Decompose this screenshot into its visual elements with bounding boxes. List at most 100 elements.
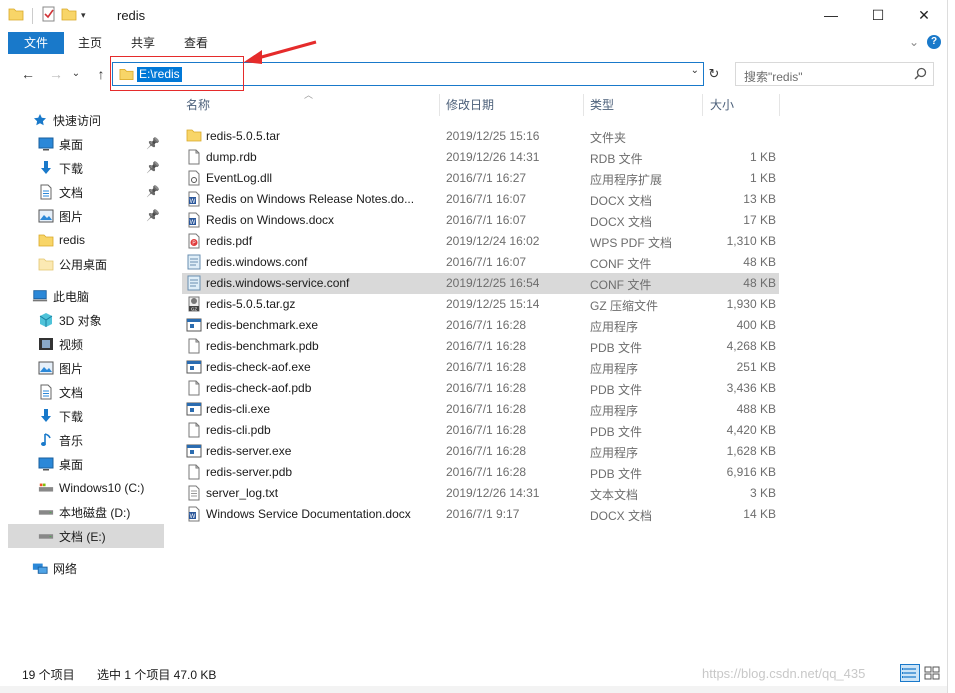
large-icons-view-button[interactable] [922, 664, 942, 682]
file-size: 48 KB [743, 276, 776, 290]
expand-ribbon-icon[interactable]: ⌄ [909, 35, 919, 49]
file-name: redis-benchmark.pdb [206, 339, 319, 353]
tab-share[interactable]: 共享 [131, 32, 155, 54]
file-row[interactable]: W Redis on Windows Release Notes.do... 201… [182, 189, 779, 210]
sidebar-item[interactable]: 下载 📌 [8, 156, 164, 180]
details-view-button[interactable] [900, 664, 920, 682]
file-row[interactable]: redis-check-aof.pdb 2016/7/1 16:28 PDB 文件 3… [182, 378, 779, 399]
close-button[interactable]: ✕ [901, 0, 947, 30]
properties-icon[interactable] [41, 6, 57, 25]
search-input[interactable]: 搜索"redis" [744, 68, 803, 85]
file-row[interactable]: GZ redis-5.0.5.tar.gz 2019/12/25 15:14 GZ 压… [182, 294, 779, 315]
column-divider[interactable] [702, 94, 703, 116]
file-row[interactable]: redis.windows.conf 2016/7/1 16:07 CONF 文件 4… [182, 252, 779, 273]
file-row[interactable]: EventLog.dll 2016/7/1 16:27 应用程序扩展 1 KB [182, 168, 779, 189]
file-row[interactable]: redis.windows-service.conf 2019/12/25 16:… [182, 273, 779, 294]
search-box[interactable]: 搜索"redis" [735, 62, 934, 86]
ribbon-controls: ⌄ ? [909, 35, 941, 49]
file-name: dump.rdb [206, 150, 257, 164]
column-header-name[interactable]: 名称 [186, 92, 210, 118]
file-name: redis-5.0.5.tar [206, 129, 281, 143]
minimize-button[interactable]: — [808, 0, 854, 30]
tab-home[interactable]: 主页 [78, 32, 102, 54]
file-date: 2016/7/1 16:28 [446, 423, 527, 437]
sidebar-item-label: 文档 [59, 185, 84, 200]
column-header-type[interactable]: 类型 [590, 92, 614, 118]
sidebar-item[interactable]: 此电脑 [8, 284, 164, 308]
tab-view[interactable]: 查看 [184, 32, 208, 54]
sidebar-item[interactable]: 文档 (E:) [8, 524, 164, 548]
file-row[interactable]: redis-benchmark.exe 2016/7/1 16:28 应用程序 400… [182, 315, 779, 336]
recent-locations-button[interactable]: ⌄ [70, 64, 82, 84]
tab-file[interactable]: 文件 [8, 32, 64, 54]
column-header-size[interactable]: 大小 [710, 92, 734, 118]
file-type: PDB 文件 [590, 425, 643, 439]
column-divider[interactable] [583, 94, 584, 116]
sidebar-item[interactable]: 图片 📌 [8, 204, 164, 228]
sidebar-item-label: 3D 对象 [59, 313, 102, 328]
sidebar-item-label: 此电脑 [53, 289, 90, 304]
sidebar-item[interactable]: 桌面 📌 [8, 132, 164, 156]
music-icon [38, 432, 54, 448]
file-row[interactable]: redis-server.pdb 2016/7/1 16:28 PDB 文件 6,91… [182, 462, 779, 483]
search-icon[interactable] [914, 67, 927, 83]
sidebar-item[interactable]: 桌面 [8, 452, 164, 476]
sidebar-item[interactable]: 音乐 [8, 428, 164, 452]
sidebar-item[interactable]: 公用桌面 [8, 252, 164, 276]
file-name: redis-benchmark.exe [206, 318, 319, 332]
sidebar-item[interactable]: 文档 📌 [8, 180, 164, 204]
column-divider[interactable] [779, 94, 780, 116]
file-date: 2016/7/1 16:28 [446, 339, 527, 353]
sidebar-item-label: 文档 [59, 385, 84, 400]
sidebar-item[interactable]: 本地磁盘 (D:) [8, 500, 164, 524]
file-row[interactable]: W Windows Service Documentation.docx 2016/… [182, 504, 779, 525]
help-icon[interactable]: ? [927, 35, 941, 49]
pin-icon[interactable]: 📌 [146, 209, 160, 222]
file-row[interactable]: redis-server.exe 2016/7/1 16:28 应用程序 1,628 … [182, 441, 779, 462]
watermark: https://blog.csdn.net/qq_435 [702, 666, 866, 681]
pin-icon[interactable]: 📌 [146, 137, 160, 150]
sidebar-item-label: 快速访问 [53, 113, 102, 128]
file-row[interactable]: Predis.pdf 2019/12/24 16:02 WPS PDF 文档 1,31… [182, 231, 779, 252]
back-button[interactable]: ← [18, 64, 38, 84]
forward-button[interactable]: → [46, 64, 66, 84]
up-button[interactable]: ↑ [91, 64, 111, 84]
file-name: EventLog.dll [206, 171, 273, 185]
address-dropdown-icon[interactable]: ⌄ [691, 65, 699, 76]
file-type: 应用程序 [590, 446, 639, 460]
desktop-icon [38, 456, 54, 472]
sidebar-item-label: Windows10 (C:) [59, 481, 145, 495]
word-icon: W [186, 191, 202, 207]
sidebar-item[interactable]: 网络 [8, 556, 164, 580]
pin-icon[interactable]: 📌 [146, 185, 160, 198]
file-row[interactable]: server_log.txt 2019/12/26 14:31 文本文档 3 KB [182, 483, 779, 504]
sidebar-item[interactable]: 3D 对象 [8, 308, 164, 332]
sidebar-item[interactable]: 下载 [8, 404, 164, 428]
sidebar-item[interactable]: Windows10 (C:) [8, 476, 164, 500]
file-row[interactable]: redis-5.0.5.tar 2019/12/25 15:16 文件夹 [182, 126, 779, 147]
sidebar-item[interactable]: 视频 [8, 332, 164, 356]
refresh-button[interactable]: ↻ [704, 62, 724, 86]
file-row[interactable]: redis-cli.pdb 2016/7/1 16:28 PDB 文件 4,420 K… [182, 420, 779, 441]
file-row[interactable]: redis-benchmark.pdb 2016/7/1 16:28 PDB 文件 4… [182, 336, 779, 357]
file-row[interactable]: redis-check-aof.exe 2016/7/1 16:28 应用程序 251… [182, 357, 779, 378]
sidebar-item-label: 文档 (E:) [59, 529, 106, 544]
file-row[interactable]: W Redis on Windows.docx 2016/7/1 16:07 DOCX… [182, 210, 779, 231]
customize-toolbar-icon[interactable]: ▾ [81, 10, 86, 21]
sidebar-item[interactable]: redis [8, 228, 164, 252]
maximize-button[interactable]: ☐ [855, 0, 901, 30]
background-window-edge [947, 0, 955, 693]
file-row[interactable]: dump.rdb 2019/12/26 14:31 RDB 文件 1 KB [182, 147, 779, 168]
pin-icon[interactable]: 📌 [146, 161, 160, 174]
file-row[interactable]: redis-cli.exe 2016/7/1 16:28 应用程序 488 KB [182, 399, 779, 420]
new-folder-icon[interactable] [61, 7, 77, 24]
file-date: 2016/7/1 16:07 [446, 255, 527, 269]
column-header-date[interactable]: 修改日期 [446, 92, 494, 118]
file-name: server_log.txt [206, 486, 279, 500]
sidebar-item[interactable]: 快速访问 [8, 108, 164, 132]
column-divider[interactable] [439, 94, 440, 116]
sidebar-item-label: 下载 [59, 161, 84, 176]
sidebar-item[interactable]: 图片 [8, 356, 164, 380]
sidebar-item[interactable]: 文档 [8, 380, 164, 404]
file-name: redis-server.exe [206, 444, 292, 458]
